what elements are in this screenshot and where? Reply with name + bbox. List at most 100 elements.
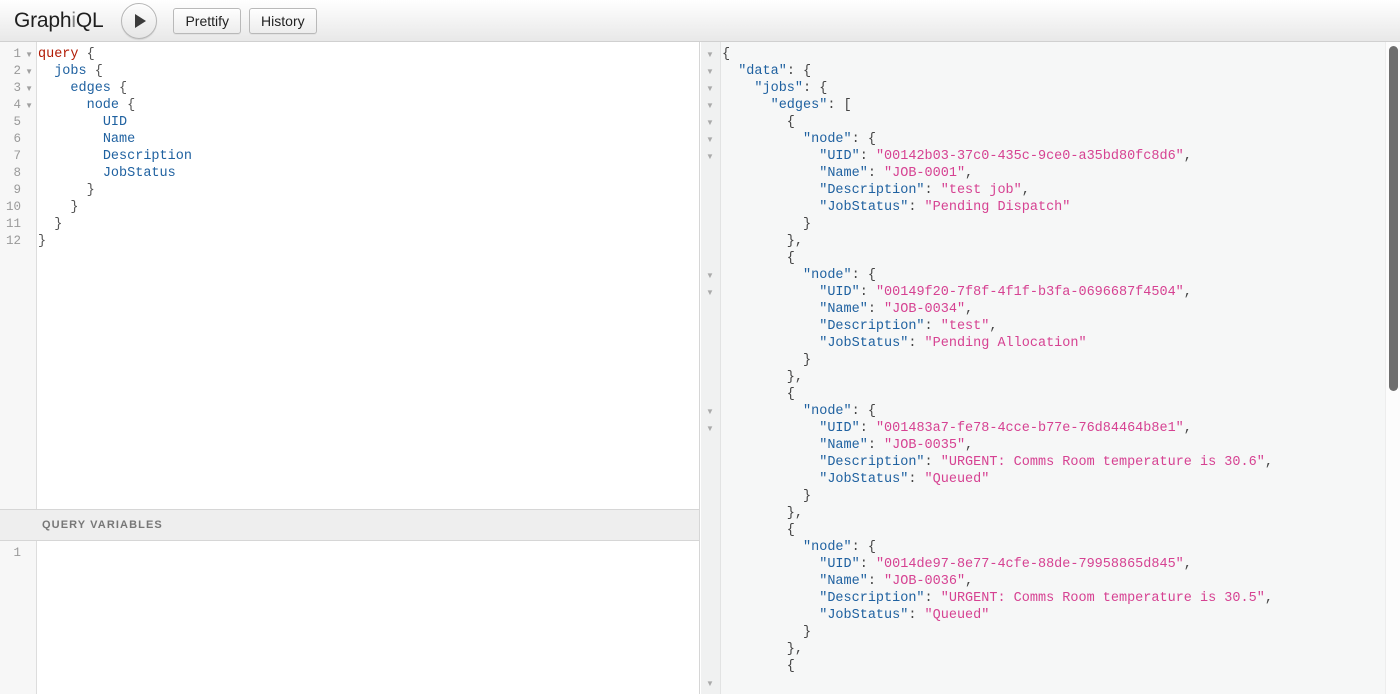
result-fold-toggle-icon[interactable]: ▼ — [706, 63, 714, 80]
result-token: , — [1183, 557, 1192, 572]
editor-panes: 1 ▼ 2 ▼ 3 ▼ 4 ▼ 5 6 7 8 9 10 11 12 query { jobs { edges… — [0, 42, 1400, 694]
result-line: } — [722, 352, 1400, 369]
result-fold-toggle-icon[interactable]: ▼ — [706, 80, 714, 97]
result-token: "JobStatus" — [819, 472, 909, 487]
result-line: "UID": "0014de97-8e77-4cfe-88de-79958865… — [722, 556, 1400, 573]
result-fold-toggle-icon[interactable]: ▼ — [706, 403, 714, 420]
result-fold-toggle-icon[interactable]: ▼ — [706, 46, 714, 63]
prettify-button[interactable]: Prettify — [173, 7, 242, 34]
result-token — [722, 149, 819, 164]
result-line: } — [722, 488, 1400, 505]
result-line: } — [722, 624, 1400, 641]
result-fold-toggle-icon[interactable]: ▼ — [706, 267, 714, 284]
result-token — [722, 319, 819, 334]
result-line: { — [722, 658, 1400, 675]
result-token: "JobStatus" — [819, 200, 909, 215]
code-line: } — [38, 182, 699, 199]
line-number: 10 — [5, 200, 21, 214]
result-token: "node" — [803, 132, 852, 147]
result-fold-toggle-icon[interactable]: ▼ — [706, 114, 714, 131]
fold-toggle-icon[interactable]: ▼ — [25, 80, 33, 97]
result-fold-toggle-icon[interactable]: ▼ — [706, 97, 714, 114]
result-scrollbar-track[interactable] — [1385, 42, 1400, 694]
result-token: "UID" — [819, 149, 860, 164]
result-token: , — [965, 302, 974, 317]
result-token: "0014de97-8e77-4cfe-88de-79958865d845" — [875, 557, 1184, 572]
code-line: query { — [38, 46, 699, 63]
history-button[interactable]: History — [249, 7, 317, 34]
result-token: { — [722, 115, 795, 130]
line-number: 6 — [13, 132, 21, 146]
result-token: { — [722, 659, 795, 674]
result-token: : { — [851, 132, 876, 147]
result-token: "Name" — [819, 302, 868, 317]
result-token: , — [1183, 285, 1192, 300]
result-line: "node": { — [722, 403, 1400, 420]
result-fold-toggle-icon[interactable]: ▼ — [706, 420, 714, 437]
result-token: } — [722, 353, 812, 368]
result-line: "Name": "JOB-0035", — [722, 437, 1400, 454]
query-variables-label: QUERY VARIABLES — [42, 519, 163, 531]
left-pane: 1 ▼ 2 ▼ 3 ▼ 4 ▼ 5 6 7 8 9 10 11 12 query { jobs { edges… — [0, 42, 700, 694]
result-token: : — [867, 166, 885, 181]
result-line: "Description": "test job", — [722, 182, 1400, 199]
query-gutter: 1 ▼ 2 ▼ 3 ▼ 4 ▼ 5 6 7 8 9 10 11 12 — [0, 42, 37, 509]
code-token: Description — [102, 149, 192, 164]
execute-query-button[interactable] — [121, 2, 158, 39]
query-variables-header[interactable]: QUERY VARIABLES — [0, 509, 699, 541]
code-line: Name — [38, 131, 699, 148]
result-line: }, — [722, 641, 1400, 658]
result-token: "data" — [738, 64, 787, 79]
result-token: "node" — [803, 268, 852, 283]
result-token: "001483a7-fe78-4cce-b77e-76d84464b8e1" — [875, 421, 1184, 436]
query-variables-editor[interactable]: 1 — [0, 541, 699, 694]
result-token — [722, 166, 819, 181]
variables-code-area[interactable] — [38, 541, 699, 694]
result-token: , — [1021, 183, 1030, 198]
result-token: "Queued" — [924, 608, 990, 623]
result-scrollbar-thumb[interactable] — [1389, 46, 1398, 391]
query-editor[interactable]: 1 ▼ 2 ▼ 3 ▼ 4 ▼ 5 6 7 8 9 10 11 12 query { jobs { edges… — [0, 42, 699, 509]
result-fold-toggle-icon[interactable]: ▼ — [706, 131, 714, 148]
code-token: } — [38, 183, 95, 198]
result-token: "UID" — [819, 557, 860, 572]
result-line: "Description": "test", — [722, 318, 1400, 335]
play-icon — [135, 13, 147, 28]
result-token: "node" — [803, 404, 852, 419]
query-code-area[interactable]: query { jobs { edges { node { UID Name D… — [38, 42, 699, 509]
fold-toggle-icon[interactable]: ▼ — [25, 97, 33, 114]
result-token: "node" — [803, 540, 852, 555]
variables-gutter: 1 — [0, 541, 37, 694]
result-token: , — [1264, 455, 1273, 470]
result-token: } — [722, 489, 812, 504]
result-token: : — [924, 455, 941, 470]
result-line: "UID": "001483a7-fe78-4cce-b77e-76d84464… — [722, 420, 1400, 437]
result-fold-toggle-icon[interactable]: ▼ — [706, 148, 714, 165]
code-token: Name — [102, 132, 136, 147]
result-line: "Name": "JOB-0001", — [722, 165, 1400, 182]
fold-toggle-icon[interactable]: ▼ — [25, 63, 33, 80]
result-token: : { — [786, 64, 812, 79]
result-token: , — [1183, 149, 1192, 164]
result-token: "JOB-0034" — [884, 302, 966, 317]
result-token: : — [859, 285, 876, 300]
result-line: "JobStatus": "Queued" — [722, 607, 1400, 624]
result-token: : — [908, 200, 925, 215]
result-token: "Name" — [819, 438, 868, 453]
code-token: { — [119, 98, 136, 113]
code-token: } — [38, 200, 79, 215]
result-fold-toggle-icon[interactable]: ▼ — [706, 675, 714, 692]
result-line: "Description": "URGENT: Comms Room tempe… — [722, 454, 1400, 471]
fold-toggle-icon[interactable]: ▼ — [25, 46, 33, 63]
code-token: JobStatus — [102, 166, 176, 181]
line-number: 12 — [5, 234, 21, 248]
result-fold-toggle-icon[interactable]: ▼ — [706, 284, 714, 301]
result-token: : { — [851, 404, 876, 419]
result-token: : — [908, 608, 925, 623]
line-number: 3 — [13, 81, 21, 95]
